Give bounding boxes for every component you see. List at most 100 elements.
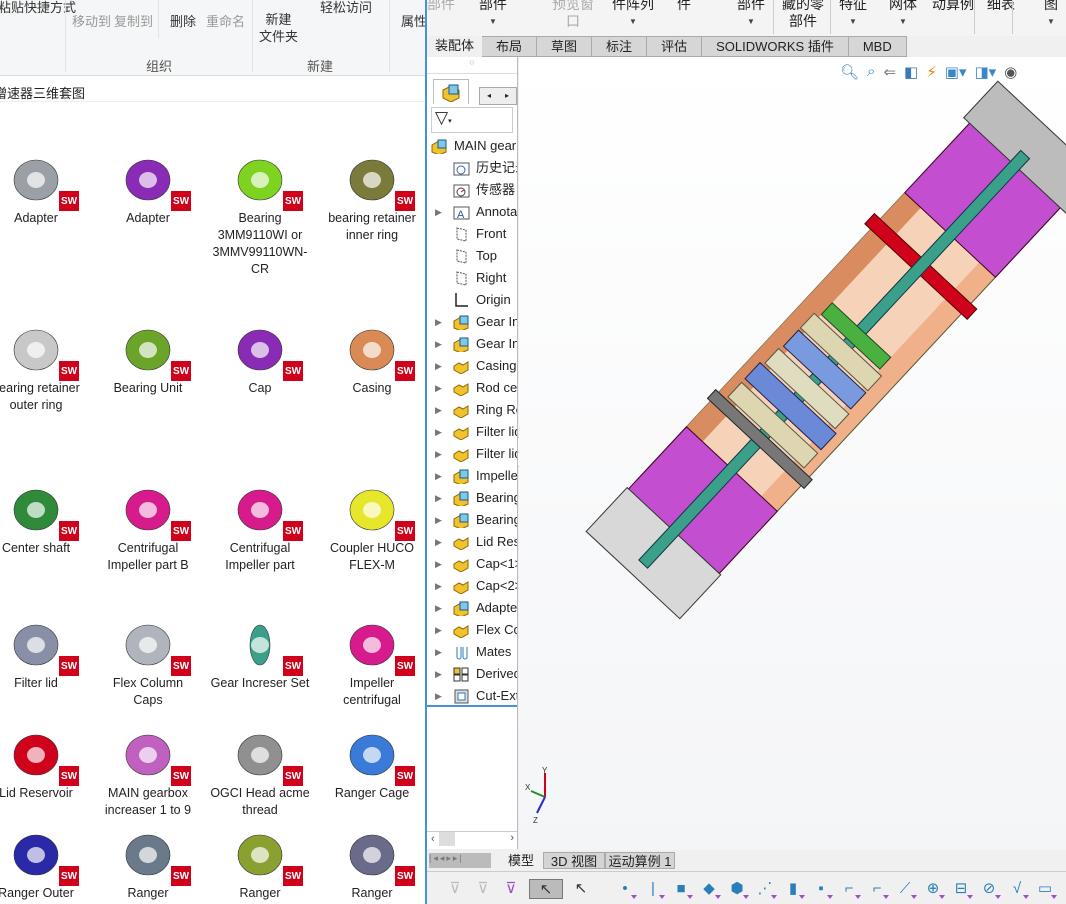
address-bar[interactable]: 增速器三维套图 <box>0 80 425 102</box>
expand-arrow-icon[interactable]: ▶ <box>435 355 442 377</box>
expand-arrow-icon[interactable]: ▶ <box>435 465 442 487</box>
tree-item[interactable]: ▶ Filter lid <box>427 421 517 443</box>
filter-toggle-icon[interactable]: ⊽ <box>501 879 521 899</box>
file-item[interactable]: SW Ranger <box>92 825 204 902</box>
filter-button[interactable]: ▽▾ <box>431 107 513 133</box>
command-tab[interactable]: MBD <box>848 36 907 57</box>
rename-button[interactable]: 重命名 <box>206 11 245 30</box>
assembly-model[interactable] <box>519 57 1066 850</box>
tree-item[interactable]: ▶ Cap<2> <box>427 575 517 597</box>
rollback-bar[interactable] <box>427 705 517 707</box>
ribbon-command[interactable]: 网体 ▼ <box>889 0 917 30</box>
file-item[interactable]: SW Filter lid <box>0 615 92 692</box>
command-tab[interactable]: 布局 <box>482 36 538 57</box>
delete-button[interactable]: 删除 <box>170 11 196 30</box>
file-item[interactable]: SW Lid Reservoir <box>0 725 92 802</box>
sketch-segment-icon[interactable]: ⌐ <box>867 879 889 899</box>
file-item[interactable]: SW bearing retainer inner ring <box>316 150 425 244</box>
file-item[interactable]: SW Impeller centrifugal <box>316 615 425 709</box>
graphics-area[interactable]: 🔍︎ ⌕ ⇐ ◧ ⚡ ▣▾ ◨▾ ◉ Y X Z <box>519 57 1066 850</box>
filter-icon[interactable]: ⊽ <box>445 879 465 899</box>
tree-item[interactable]: 历史记录 <box>427 157 517 179</box>
weld-icon[interactable]: √ <box>1007 879 1029 899</box>
tree-item[interactable]: ▶ Bearing <box>427 487 517 509</box>
sketch-icon[interactable]: ⌐ <box>839 879 861 899</box>
tab-scroll-arrows[interactable]: ◂ ▸ <box>479 87 517 105</box>
properties-button[interactable]: 属性 <box>401 11 425 30</box>
expand-arrow-icon[interactable]: ▶ <box>435 531 442 553</box>
file-item[interactable]: SW Centrifugal Impeller part B <box>92 480 204 574</box>
bottom-tab[interactable]: 3D 视图 <box>543 852 605 869</box>
expand-arrow-icon[interactable]: ▶ <box>435 663 442 685</box>
expand-arrow-icon[interactable]: ▶ <box>435 333 442 355</box>
file-item[interactable]: SW bearing retainer outer ring <box>0 320 92 414</box>
ribbon-command[interactable]: 特征 ▼ <box>839 0 867 30</box>
file-item[interactable]: SW Bearing Unit <box>92 320 204 397</box>
command-tab[interactable]: 装配体 <box>427 36 483 57</box>
ribbon-command[interactable]: 动算例 <box>932 0 974 13</box>
file-item[interactable]: SW Gear Increser Set <box>204 615 316 692</box>
expand-arrow-icon[interactable]: ▶ <box>435 575 442 597</box>
file-item[interactable]: SW MAIN gearbox increaser 1 to 9 <box>92 725 204 819</box>
tree-item[interactable]: ▶ Mates <box>427 641 517 663</box>
file-item[interactable]: SW Casing <box>316 320 425 397</box>
sketch-point-icon[interactable]: ⟋ <box>895 879 917 899</box>
file-item[interactable]: SW Adapter <box>92 150 204 227</box>
feature-tree-tab[interactable] <box>433 79 469 104</box>
edge-icon[interactable]: ⋰ <box>755 879 777 899</box>
expand-arrow-icon[interactable]: ▶ <box>435 509 442 531</box>
tree-item[interactable]: ▶ Impeller <box>427 465 517 487</box>
command-tab[interactable]: 评估 <box>647 36 703 57</box>
file-item[interactable]: SW Adapter <box>0 150 92 227</box>
datum-icon[interactable]: ▭ <box>1035 879 1057 899</box>
ribbon-command[interactable]: 部件 ▼ <box>737 0 765 30</box>
ribbon-command[interactable]: 预览窗 口 <box>552 0 594 30</box>
expand-arrow-icon[interactable]: ▶ <box>435 597 442 619</box>
file-item[interactable]: SW Ranger Outer <box>0 825 92 902</box>
solid-icon[interactable]: ⬢ <box>727 879 749 899</box>
expand-arrow-icon[interactable]: ▶ <box>435 399 442 421</box>
tree-item[interactable]: ▶ Bearing <box>427 509 517 531</box>
move-to-button[interactable]: 移动到 <box>72 11 111 30</box>
file-item[interactable]: SW Centrifugal Impeller part <box>204 480 316 574</box>
tree-item[interactable]: MAIN gearbox <box>427 135 517 157</box>
tree-item[interactable]: ▶ Gear Increser <box>427 333 517 355</box>
tree-item[interactable]: ▶ Ring Retainer <box>427 399 517 421</box>
tree-item[interactable]: ▶ Gear Increser <box>427 311 517 333</box>
tree-item[interactable]: ▶ Adapter <box>427 597 517 619</box>
tree-item[interactable]: ▶ Rod center <box>427 377 517 399</box>
tree-item[interactable]: ▶ Derived <box>427 663 517 685</box>
file-item[interactable]: SW Bearing 3MM9110WI or 3MMV99110WN-CR <box>204 150 316 278</box>
expand-arrow-icon[interactable]: ▶ <box>435 201 442 223</box>
file-item[interactable]: SW OGCI Head acme thread <box>204 725 316 819</box>
command-tab[interactable]: 标注 <box>592 36 648 57</box>
bottom-tab[interactable]: 模型 <box>499 852 543 869</box>
tree-item[interactable]: ▶ A Annotations <box>427 201 517 223</box>
expand-arrow-icon[interactable]: ▶ <box>435 421 442 443</box>
copy-to-button[interactable]: 复制到 <box>114 11 153 30</box>
ribbon-command[interactable]: 部件 ▼ <box>479 0 507 30</box>
tree-item[interactable]: ▶ Filter lid <box>427 443 517 465</box>
face-icon[interactable]: ■ <box>671 879 693 899</box>
expand-arrow-icon[interactable]: ▶ <box>435 619 442 641</box>
expand-arrow-icon[interactable]: ▶ <box>435 685 442 707</box>
ribbon-command[interactable]: 图 ▼ <box>1044 0 1058 30</box>
new-folder-button[interactable]: 新建 文件夹 <box>259 11 298 45</box>
tree-item[interactable]: Right <box>427 267 517 289</box>
ribbon-command[interactable]: 件阵列 ▼ <box>612 0 654 30</box>
tab-nav-arrows[interactable]: |◂◂▸▸| <box>429 853 491 868</box>
tree-item[interactable]: ▶ Cut-Extrude <box>427 685 517 707</box>
command-tab[interactable]: 草图 <box>537 36 593 57</box>
expand-arrow-icon[interactable]: ▶ <box>435 377 442 399</box>
panel-grip[interactable]: ○ <box>427 57 517 74</box>
center-icon[interactable]: ⊕ <box>923 879 945 899</box>
expand-arrow-icon[interactable]: ▶ <box>435 487 442 509</box>
tree-item[interactable]: 传感器 <box>427 179 517 201</box>
file-item[interactable]: SW Flex Column Caps <box>92 615 204 709</box>
file-item[interactable]: SW Ranger <box>316 825 425 902</box>
filter-multi-icon[interactable]: ⊽ <box>473 879 493 899</box>
ribbon-command[interactable]: 细表 <box>987 0 1015 13</box>
expand-arrow-icon[interactable]: ▶ <box>435 641 442 663</box>
ribbon-command[interactable]: 件 <box>677 0 691 13</box>
select-other-icon[interactable]: ↖ <box>571 879 591 899</box>
